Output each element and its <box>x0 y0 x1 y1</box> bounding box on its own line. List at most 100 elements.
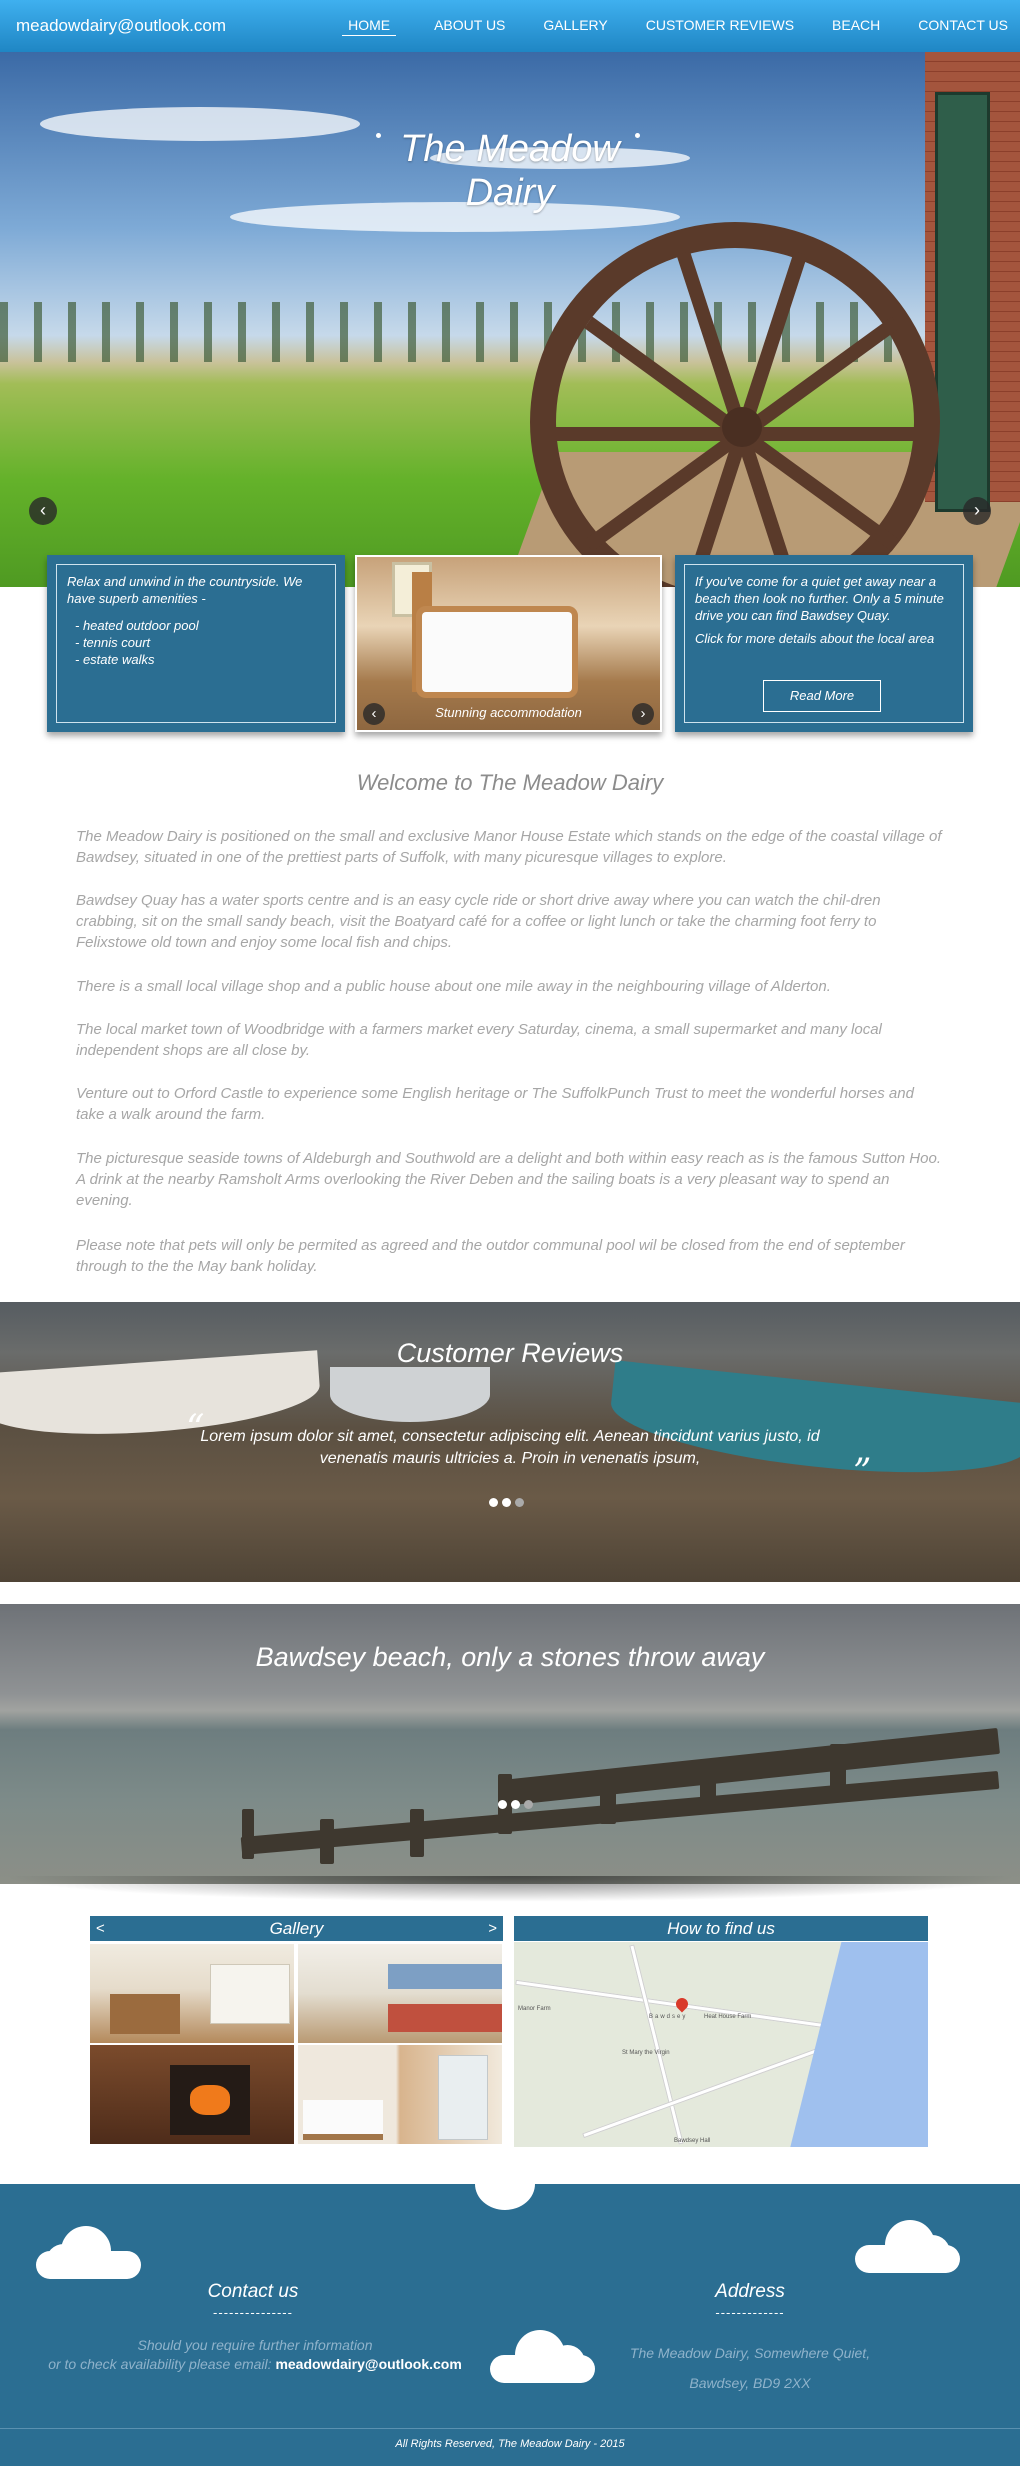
amenity-item: - tennis court <box>75 635 151 650</box>
sky-cloud <box>40 107 360 141</box>
slide-dot[interactable] <box>489 1498 498 1507</box>
nav-contact-us[interactable]: CONTACT US <box>918 17 1008 36</box>
welcome-paragraph: The Meadow Dairy is positioned on the sm… <box>76 828 942 866</box>
accommodation-slider: ‹ › Stunning accommodation <box>355 555 662 732</box>
kitchen-table <box>110 1994 180 2034</box>
amenity-item: - estate walks <box>75 652 155 667</box>
gallery-next-button[interactable]: > <box>488 1916 497 1941</box>
header-email-link[interactable]: meadowdairy@outlook.com <box>16 16 226 36</box>
amenities-card-inner: Relax and unwind in the countryside. We … <box>56 564 336 723</box>
amenities-list: - heated outdoor pool - tennis court - e… <box>75 617 325 668</box>
bunk-bed-bottom <box>388 2004 502 2032</box>
welcome-paragraph: The local market town of Woodbridge with… <box>76 1021 882 1059</box>
address-title: Address <box>715 2281 785 2302</box>
welcome-paragraph: Please note that pets will only be permi… <box>76 1237 905 1275</box>
fire <box>190 2085 230 2115</box>
groyne-post <box>320 1819 334 1864</box>
slide-dot[interactable] <box>511 1800 520 1809</box>
gallery-prev-button[interactable]: < <box>96 1916 105 1941</box>
groyne-post <box>600 1774 616 1824</box>
map-road <box>515 1979 833 2030</box>
review-quote: Lorem ipsum dolor sit amet, consectetur … <box>200 1428 820 1467</box>
gallery-title: Gallery <box>269 1919 324 1938</box>
wheel-hub <box>722 407 762 447</box>
groyne-post <box>830 1744 846 1794</box>
customer-reviews-section: Customer Reviews “ Lorem ipsum dolor sit… <box>0 1302 1020 1582</box>
map-label: Heat House Farm <box>704 2014 752 2020</box>
close-quote-icon: ” <box>853 1452 872 1493</box>
footer-notch <box>475 2158 535 2210</box>
beach-card-link-text: Click for more details about the local a… <box>695 631 935 646</box>
nav-customer-reviews[interactable]: CUSTOMER REVIEWS <box>646 17 794 36</box>
reviews-pagination <box>489 1498 524 1507</box>
beach-pagination <box>498 1800 533 1809</box>
contact-line1: Should you require further information <box>137 2337 373 2353</box>
hero-slider: The Meadow Dairy ‹ › <box>0 52 1020 587</box>
slide-dot[interactable] <box>515 1498 524 1507</box>
nav-gallery[interactable]: GALLERY <box>543 17 607 36</box>
welcome-title: Welcome to The Meadow Dairy <box>356 770 664 795</box>
map-label: Bawdsey Hall <box>674 2138 711 2144</box>
reviews-title: Customer Reviews <box>396 1338 624 1368</box>
welcome-paragraph: Bawdsey Quay has a water sports centre a… <box>76 892 881 951</box>
hero-next-button[interactable]: › <box>963 497 991 525</box>
contact-divider: --------------- <box>213 2305 293 2320</box>
map-pin-icon <box>673 1995 691 2013</box>
slide-dot[interactable] <box>502 1498 511 1507</box>
cloud-icon <box>855 2220 960 2275</box>
groyne-post <box>700 1759 716 1809</box>
cloud-icon <box>36 2226 141 2281</box>
site-title-line2: Dairy <box>465 172 555 214</box>
site-title: The Meadow Dairy <box>350 127 670 215</box>
gallery-thumb-fireplace[interactable] <box>90 2045 294 2144</box>
cloud-icon <box>490 2330 595 2385</box>
shower <box>438 2055 488 2140</box>
contact-line2: or to check availability please email: <box>48 2356 272 2372</box>
photo-caption: Stunning accommodation <box>435 705 582 720</box>
copyright: All Rights Reserved, The Meadow Dairy - … <box>395 2438 625 2450</box>
map-label: Bawdsey <box>649 2014 688 2020</box>
map-label: St Mary the Virgin <box>622 2050 670 2056</box>
gallery-header: < Gallery > <box>90 1916 503 1941</box>
bedroom-photo: ‹ › Stunning accommodation <box>357 557 660 730</box>
hero-prev-button[interactable]: ‹ <box>29 497 57 525</box>
beach-card-text: If you've come for a quiet get away near… <box>695 574 944 623</box>
boat-image <box>330 1367 490 1422</box>
footer-divider <box>0 2428 1020 2429</box>
bed <box>303 2100 383 2140</box>
gallery-thumb-bunk-room[interactable] <box>298 1944 502 2043</box>
amenities-intro: Relax and unwind in the countryside. We … <box>67 574 303 606</box>
read-more-button[interactable]: Read More <box>763 680 881 712</box>
wheel-spoke <box>742 427 932 441</box>
groyne-post <box>410 1809 424 1857</box>
beach-card-inner: If you've come for a quiet get away near… <box>684 564 964 723</box>
title-dot <box>376 133 381 138</box>
footer-email-link[interactable]: meadowdairy@outlook.com <box>275 2356 461 2372</box>
title-dot <box>635 133 640 138</box>
nav-home[interactable]: HOME <box>342 17 397 36</box>
slide-dot[interactable] <box>498 1800 507 1809</box>
stable-door <box>935 92 990 512</box>
welcome-paragraph: There is a small local village shop and … <box>76 978 831 995</box>
address-divider: ------------- <box>715 2305 785 2320</box>
amenity-item: - heated outdoor pool <box>75 618 199 633</box>
nav-beach[interactable]: BEACH <box>832 17 880 36</box>
welcome-paragraph: The picturesque seaside towns of Aldebur… <box>76 1150 941 1209</box>
address-line1: The Meadow Dairy, Somewhere Quiet, <box>629 2345 871 2361</box>
beach-title: Bawdsey beach, only a stones throw away <box>255 1642 765 1672</box>
contact-text: Should you require further information o… <box>20 2336 490 2374</box>
slide-dot[interactable] <box>524 1800 533 1809</box>
gallery-thumb-bedroom-bathroom[interactable] <box>298 2045 502 2144</box>
gallery-thumb-kitchen[interactable] <box>90 1944 294 2043</box>
top-nav-bar: meadowdairy@outlook.com HOME ABOUT US GA… <box>0 0 1020 52</box>
beach-section: Bawdsey beach, only a stones throw away <box>0 1604 1020 1884</box>
address-text: The Meadow Dairy, Somewhere Quiet, Bawds… <box>600 2338 900 2398</box>
nav-about-us[interactable]: ABOUT US <box>434 17 505 36</box>
site-title-line1: The Meadow <box>400 128 620 170</box>
map-header: How to find us <box>514 1916 928 1941</box>
kitchen-cabinets <box>210 1964 290 2024</box>
amenities-card: Relax and unwind in the countryside. We … <box>47 555 345 732</box>
welcome-paragraph: Venture out to Orford Castle to experien… <box>76 1085 914 1123</box>
location-map[interactable]: Manor Farm Bawdsey Heat House Farm St Ma… <box>514 1942 928 2147</box>
address-line2: Bawdsey, BD9 2XX <box>689 2375 811 2391</box>
